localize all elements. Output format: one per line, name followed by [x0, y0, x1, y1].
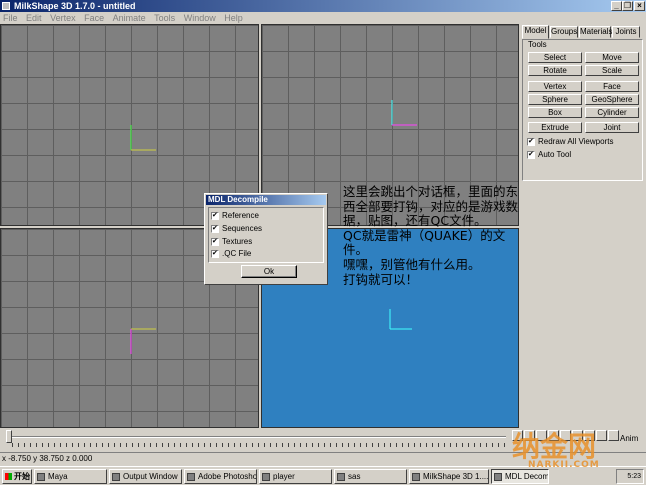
qc-file-checkbox[interactable]: .QC File [211, 249, 251, 258]
start-label: 开始 [14, 472, 30, 481]
menu-edit[interactable]: Edit [23, 12, 45, 24]
app-icon[interactable] [2, 2, 10, 10]
annotation-line: 西全部要打钩，对应的是游戏数 [343, 198, 519, 214]
task-label: sas [348, 472, 361, 481]
timeline-ticks [12, 443, 510, 447]
checkbox-label: .QC File [222, 249, 252, 258]
auto-tool-checkbox[interactable]: Auto Tool [527, 150, 571, 159]
tab-model[interactable]: Model [522, 25, 549, 39]
vertex-button[interactable]: Vertex [528, 81, 582, 92]
tab-materials[interactable]: Materials [579, 26, 612, 38]
checkbox-label: Redraw All Viewports [538, 137, 614, 146]
photoshop-icon [187, 473, 195, 481]
system-tray: 5:23 [616, 469, 644, 484]
windows-flag-icon [5, 473, 12, 480]
task-milkshape[interactable]: MilkShape 3D 1.... [409, 469, 489, 484]
menu-face[interactable]: Face [81, 12, 107, 24]
axis-gizmo [389, 309, 412, 330]
menu-file[interactable]: File [0, 12, 21, 24]
checkbox-box[interactable] [527, 150, 535, 159]
menu-bar: File Edit Vertex Face Animate Tools Wind… [0, 12, 646, 24]
tool-panel: Model Groups Materials Joints Tools Sele… [519, 24, 646, 428]
site-watermark-logo: 纳金网 NARKII.COM [512, 430, 600, 470]
svg-text:NARKII.COM: NARKII.COM [528, 460, 600, 470]
annotation-line: 嘿嘿，别管他有什么用。 [343, 256, 481, 272]
folder-icon [262, 473, 270, 481]
annotation-line: 据，贴图，还有QC文件。 [343, 213, 487, 229]
select-button[interactable]: Select [528, 52, 582, 63]
clock: 5:23 [627, 473, 641, 480]
tab-joints[interactable]: Joints [612, 26, 640, 38]
task-label: Maya [48, 472, 68, 481]
rotate-button[interactable]: Rotate [528, 65, 582, 76]
checkbox-label: Auto Tool [538, 150, 572, 159]
output-window-icon [112, 473, 120, 481]
task-label: player [273, 472, 295, 481]
axis-gizmo [130, 328, 156, 354]
dialog-icon [494, 473, 502, 481]
checkbox-box[interactable] [211, 237, 219, 246]
sphere-button[interactable]: Sphere [528, 94, 582, 105]
checkbox-label: Textures [222, 237, 253, 246]
textures-checkbox[interactable]: Textures [211, 237, 252, 246]
svg-text:纳金网: 纳金网 [512, 430, 596, 463]
annotation-line: 这里会跳出个对话框，里面的东 [343, 184, 519, 199]
menu-help[interactable]: Help [221, 12, 246, 24]
minimize-button[interactable]: _ [611, 1, 622, 11]
task-label: Output Window [123, 472, 178, 481]
task-sas[interactable]: sas [334, 469, 407, 484]
task-output-window[interactable]: Output Window [109, 469, 182, 484]
menu-window[interactable]: Window [181, 12, 219, 24]
menu-animate[interactable]: Animate [110, 12, 149, 24]
timeline-thumb[interactable] [6, 430, 12, 443]
timeline-track[interactable] [6, 436, 506, 438]
task-photoshop[interactable]: Adobe Photoshop [184, 469, 257, 484]
menu-tools[interactable]: Tools [151, 12, 178, 24]
milkshape-icon [412, 473, 420, 481]
title-bar: MilkShape 3D 1.7.0 - untitled _ ❐ × [0, 0, 646, 12]
checkbox-label: Sequences [222, 224, 263, 233]
folder-icon [337, 473, 345, 481]
menu-vertex[interactable]: Vertex [47, 12, 79, 24]
sequences-checkbox[interactable]: Sequences [211, 224, 262, 233]
extrude-button[interactable]: Extrude [528, 122, 582, 133]
annotation-line: QC就是雷神（QUAKE）的文件。 [343, 227, 506, 258]
ok-button[interactable]: Ok [241, 265, 297, 278]
geosphere-button[interactable]: GeoSphere [585, 94, 639, 105]
task-mdl-decompile[interactable]: MDL Decomp... [491, 469, 549, 484]
task-maya[interactable]: Maya [34, 469, 107, 484]
face-button[interactable]: Face [585, 81, 639, 92]
task-player[interactable]: player [259, 469, 332, 484]
mdl-decompile-dialog: MDL Decompile Reference Sequences Textur… [204, 193, 328, 285]
start-button[interactable]: 开始 [2, 469, 32, 484]
tab-groups[interactable]: Groups [550, 26, 578, 38]
checkbox-label: Reference [222, 211, 259, 220]
redraw-all-viewports-checkbox[interactable]: Redraw All Viewports [527, 137, 613, 146]
checkbox-box[interactable] [211, 211, 219, 220]
axis-gizmo [391, 100, 417, 126]
maya-icon [37, 473, 45, 481]
restore-button[interactable]: ❐ [622, 1, 633, 11]
box-button[interactable]: Box [528, 107, 582, 118]
scale-button[interactable]: Scale [585, 65, 639, 76]
task-label: MilkShape 3D 1.... [423, 472, 489, 481]
tools-group-label: Tools [527, 40, 548, 49]
close-button[interactable]: × [634, 1, 645, 11]
window-title: MilkShape 3D 1.7.0 - untitled [14, 1, 136, 11]
tutorial-annotation: 这里会跳出个对话框，里面的东 西全部要打钩，对应的是游戏数 据，贴图，还有QC文… [343, 184, 523, 287]
cylinder-button[interactable]: Cylinder [585, 107, 639, 118]
annotation-line: 打钩就可以！ [343, 271, 419, 287]
checkbox-box[interactable] [211, 224, 219, 233]
task-label: MDL Decomp... [505, 472, 549, 481]
checkbox-box[interactable] [527, 137, 535, 146]
checkbox-box[interactable] [211, 249, 219, 258]
task-label: Adobe Photoshop [198, 472, 257, 481]
coordinates-readout: x -8.750 y 38.750 z 0.000 [2, 454, 93, 463]
dialog-title: MDL Decompile [206, 195, 326, 205]
move-button[interactable]: Move [585, 52, 639, 63]
reference-checkbox[interactable]: Reference [211, 211, 259, 220]
joint-button[interactable]: Joint [585, 122, 639, 133]
axis-gizmo [130, 125, 156, 151]
